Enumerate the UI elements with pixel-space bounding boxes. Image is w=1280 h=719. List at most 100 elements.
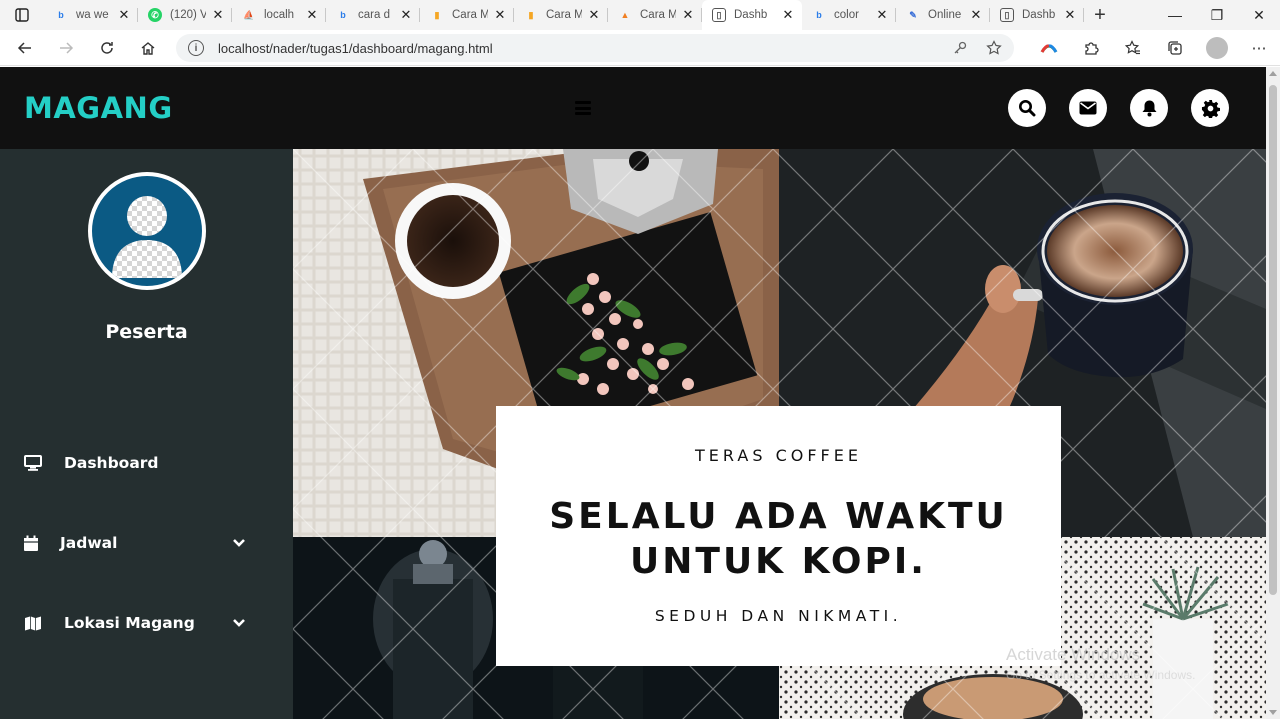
web-page: MAGANG Peserta Dashboard Jadwal Lokasi M… [0, 67, 1266, 719]
browser-tab-label: Online [928, 9, 962, 21]
home-button[interactable] [127, 30, 168, 66]
browser-tab[interactable]: ▮ Cara M ✕ [420, 0, 514, 30]
bing-icon: b [340, 10, 346, 20]
url-text[interactable]: localhost/nader/tugas1/dashboard/magang.… [218, 41, 493, 56]
browser-tab-label: wa we [76, 9, 109, 21]
close-icon[interactable]: ✕ [780, 7, 796, 23]
browser-tab-label: (120) V [170, 9, 206, 21]
close-icon[interactable]: ✕ [968, 7, 984, 23]
gear-icon[interactable] [1191, 89, 1229, 127]
bookmark-icon: ▮ [528, 9, 534, 20]
browser-tab[interactable]: ✎ Online ✕ [896, 0, 990, 30]
more-menu-icon[interactable]: ⋯ [1238, 30, 1280, 66]
favorites-icon[interactable] [1112, 30, 1154, 66]
monitor-icon [23, 453, 43, 473]
site-info-icon[interactable]: i [188, 40, 204, 56]
restore-button[interactable]: ❐ [1196, 0, 1238, 30]
extension-icon[interactable] [1028, 30, 1070, 66]
close-icon[interactable]: ✕ [586, 7, 602, 23]
browser-tab-label: localh [264, 9, 295, 21]
brand-logo[interactable]: MAGANG [24, 91, 173, 125]
hero-banner: TERAS COFFEE SELALU ADA WAKTU UNTUK KOPI… [293, 149, 1266, 719]
chevron-down-icon[interactable] [231, 535, 247, 551]
promo-headline-line1: SELALU ADA WAKTU [549, 496, 1008, 537]
close-icon[interactable]: ✕ [398, 7, 414, 23]
search-icon[interactable] [1008, 89, 1046, 127]
bing-icon: b [58, 10, 64, 20]
bookmark-icon: ▮ [434, 9, 440, 20]
browser-tab-label: Cara M [452, 9, 488, 21]
phpmyadmin-icon: ⛵ [243, 9, 255, 20]
user-silhouette-icon [112, 196, 182, 278]
browser-tab[interactable]: b wa we ✕ [44, 0, 138, 30]
arrow-right-icon [59, 41, 73, 54]
browser-tab[interactable]: ▯ Dashb ✕ [702, 0, 802, 30]
tab-actions-button[interactable] [0, 0, 44, 30]
sidebar-item-jadwal[interactable]: Jadwal [0, 523, 293, 563]
browser-tab[interactable]: ⛵ localh ✕ [232, 0, 326, 30]
promo-card: TERAS COFFEE SELALU ADA WAKTU UNTUK KOPI… [496, 406, 1061, 666]
promo-headline: SELALU ADA WAKTU UNTUK KOPI. [496, 494, 1061, 584]
close-icon[interactable]: ✕ [116, 7, 132, 23]
browser-tab-bar: b wa we ✕ ✆ (120) V ✕ ⛵ localh ✕ b cara d ✕ ▮ Cara M ✕… [0, 0, 1280, 30]
reload-icon [100, 41, 113, 54]
sidebar-item-label: Lokasi Magang [64, 614, 195, 632]
scrollbar-thumb[interactable] [1269, 85, 1277, 595]
close-icon[interactable]: ✕ [1062, 7, 1078, 23]
minimize-button[interactable]: — [1154, 0, 1196, 30]
sidebar: Peserta Dashboard Jadwal Lokasi Magang [0, 149, 293, 719]
browser-tab[interactable]: b color ✕ [802, 0, 896, 30]
browser-tab-label: Dashb [1022, 9, 1056, 21]
whatsapp-icon: ✆ [148, 8, 162, 22]
calendar-icon [21, 533, 41, 553]
sidebar-item-lokasi-magang[interactable]: Lokasi Magang [0, 603, 293, 643]
browser-tab-label: color [834, 9, 859, 21]
chevron-down-icon[interactable] [231, 615, 247, 631]
envelope-icon[interactable] [1069, 89, 1107, 127]
bell-icon[interactable] [1130, 89, 1168, 127]
activate-windows-title: Activate Windows [1006, 645, 1141, 664]
browser-tab[interactable]: ✆ (120) V ✕ [138, 0, 232, 30]
browser-tab-label: Cara M [640, 9, 676, 21]
user-avatar[interactable] [88, 172, 206, 290]
sidebar-item-dashboard[interactable]: Dashboard [0, 443, 293, 483]
browser-tab[interactable]: ▲ Cara M ✕ [608, 0, 702, 30]
address-bar[interactable]: i localhost/nader/tugas1/dashboard/magan… [176, 34, 1014, 62]
arrow-left-icon [17, 41, 31, 54]
close-icon[interactable]: ✕ [304, 7, 320, 23]
close-icon[interactable]: ✕ [210, 7, 226, 23]
profile-avatar[interactable] [1206, 37, 1228, 59]
eyedropper-icon: ✎ [909, 9, 917, 20]
sidebar-item-label: Dashboard [64, 454, 159, 472]
puzzle-icon[interactable] [1070, 30, 1112, 66]
scroll-up-arrow-icon[interactable] [1269, 71, 1277, 76]
browser-tab[interactable]: b cara d ✕ [326, 0, 420, 30]
page-icon: ▯ [712, 8, 726, 22]
page-icon: ▯ [1000, 8, 1014, 22]
reload-button[interactable] [86, 30, 127, 66]
close-icon[interactable]: ✕ [874, 7, 890, 23]
promo-kicker: TERAS COFFEE [695, 446, 862, 465]
close-icon[interactable]: ✕ [492, 7, 508, 23]
hamburger-menu-icon[interactable] [575, 101, 591, 115]
window-controls: — ❐ ✕ [1154, 0, 1280, 30]
page-scrollbar[interactable] [1266, 67, 1280, 719]
add-favorite-icon[interactable] [984, 38, 1004, 58]
browser-toolbar: i localhost/nader/tugas1/dashboard/magan… [0, 30, 1280, 66]
close-icon[interactable]: ✕ [680, 7, 696, 23]
browser-tab[interactable]: ▮ Cara M ✕ [514, 0, 608, 30]
fox-icon: ▲ [620, 10, 630, 20]
browser-tab-label: Dashb [734, 9, 768, 21]
browser-tab-label: Cara M [546, 9, 582, 21]
new-tab-button[interactable]: + [1084, 0, 1116, 30]
key-icon[interactable] [950, 38, 970, 58]
tab-actions-icon [15, 8, 29, 22]
forward-button[interactable] [45, 30, 86, 66]
promo-subtitle: SEDUH DAN NIKMATI. [654, 607, 903, 625]
scroll-down-arrow-icon[interactable] [1269, 710, 1277, 715]
close-window-button[interactable]: ✕ [1238, 0, 1280, 30]
map-icon [23, 613, 43, 633]
collections-icon[interactable] [1154, 30, 1196, 66]
back-button[interactable] [4, 30, 45, 66]
browser-tab[interactable]: ▯ Dashb ✕ [990, 0, 1084, 30]
